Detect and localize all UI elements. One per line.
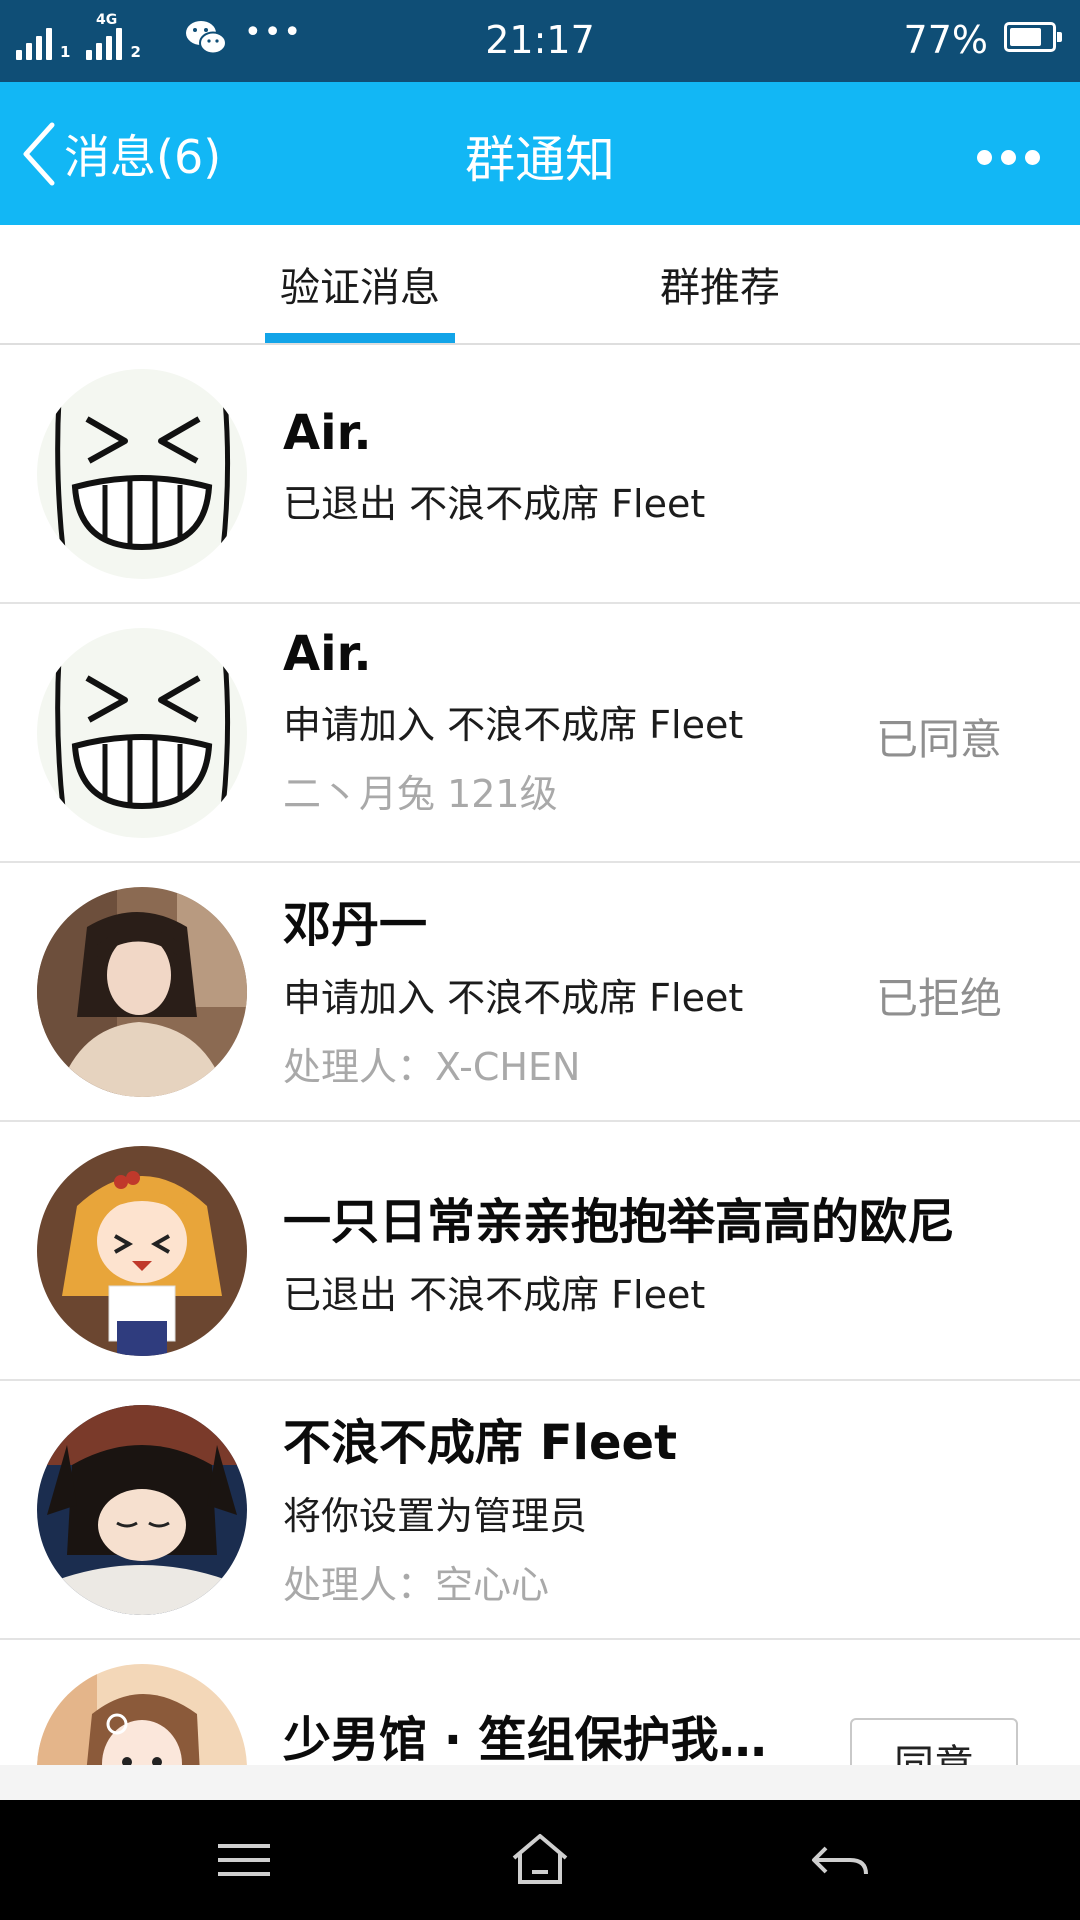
avatar[interactable] <box>37 887 247 1097</box>
dot-icon <box>976 149 992 165</box>
item-name: Air. <box>283 405 372 461</box>
home-icon <box>512 1834 568 1884</box>
list-item[interactable]: 少男馆 · 笙组保护我… 同意 <box>0 1640 1080 1765</box>
list-bottom-edge <box>0 1765 1080 1800</box>
back-nav-button[interactable] <box>800 1828 880 1892</box>
status-badge: 已拒绝 <box>875 974 1002 1023</box>
active-tab-indicator <box>265 333 455 343</box>
dot-icon <box>1000 149 1016 165</box>
back-icon <box>812 1846 868 1875</box>
item-action: 将你设置为管理员 <box>283 1494 588 1538</box>
item-name: 不浪不成席 Fleet <box>283 1415 678 1471</box>
title-bar: 消息(6) 群通知 <box>0 82 1080 225</box>
smiley-avatar-icon <box>37 628 247 838</box>
avatar[interactable] <box>37 369 247 579</box>
status-bar: 1 2 4G ••• 21:17 77% <box>0 0 1080 82</box>
item-name: 一只日常亲亲抱抱举高高的欧尼 <box>283 1194 956 1250</box>
list-item[interactable]: 邓丹一 申请加入 不浪不成席 Fleet 处理人：X-CHEN 已拒绝 <box>0 863 1080 1122</box>
more-options-button[interactable] <box>958 132 1058 182</box>
navigation-bar <box>0 1800 1080 1920</box>
home-button[interactable] <box>500 1828 580 1892</box>
anime-sleeping-avatar-icon <box>37 1405 247 1615</box>
smiley-avatar-icon <box>37 369 247 579</box>
avatar[interactable] <box>37 1146 247 1356</box>
menu-icon <box>218 1844 270 1876</box>
list-item[interactable]: Air. 申请加入 不浪不成席 Fleet 二丶月兔 121级 已同意 <box>0 604 1080 863</box>
battery-icon <box>1004 22 1062 52</box>
item-action: 已退出 不浪不成席 Fleet <box>283 1273 706 1317</box>
avatar[interactable] <box>37 1405 247 1615</box>
tab-verification[interactable]: 验证消息 <box>265 225 455 343</box>
dot-icon <box>1024 149 1040 165</box>
list-item[interactable]: Air. 已退出 不浪不成席 Fleet <box>0 345 1080 604</box>
item-meta: 二丶月兔 121级 <box>283 772 558 816</box>
item-meta: 处理人：X-CHEN <box>283 1045 581 1089</box>
photo-cartoon-avatar-icon <box>37 1664 247 1765</box>
item-meta: 处理人：空心心 <box>283 1563 550 1607</box>
item-action: 已退出 不浪不成席 Fleet <box>283 482 706 526</box>
status-badge: 已同意 <box>875 715 1002 764</box>
accept-button[interactable]: 同意 <box>850 1718 1018 1765</box>
list-item[interactable]: 不浪不成席 Fleet 将你设置为管理员 处理人：空心心 <box>0 1381 1080 1640</box>
anime-avatar-icon <box>37 1146 247 1356</box>
avatar[interactable] <box>37 628 247 838</box>
page-title: 群通知 <box>465 131 615 189</box>
list-item[interactable]: 一只日常亲亲抱抱举高高的欧尼 已退出 不浪不成席 Fleet <box>0 1122 1080 1381</box>
photo-avatar-icon <box>37 887 247 1097</box>
item-name: Air. <box>283 626 372 682</box>
item-name: 邓丹一 <box>283 897 428 953</box>
avatar[interactable] <box>37 1664 247 1765</box>
item-name: 少男馆 · 笙组保护我… <box>283 1712 767 1765</box>
notification-list: Air. 已退出 不浪不成席 Fleet Air. 申请加入 不浪不成席 Fle… <box>0 345 1080 1765</box>
menu-button[interactable] <box>204 1828 284 1892</box>
tab-group-recommend[interactable]: 群推荐 <box>625 225 815 343</box>
tab-bar: 验证消息 群推荐 <box>0 225 1080 345</box>
battery-percent: 77% <box>903 18 988 62</box>
